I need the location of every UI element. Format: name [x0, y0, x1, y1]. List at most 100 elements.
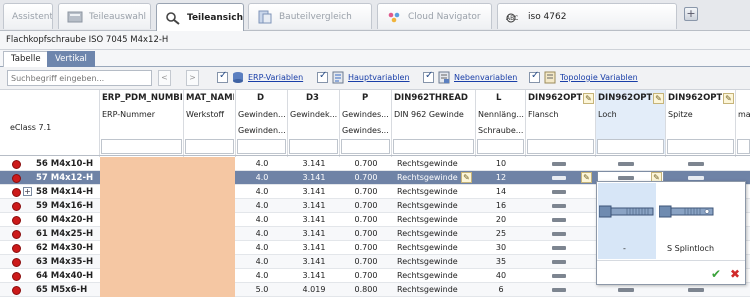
erp-cell[interactable] [100, 171, 235, 185]
option-none-label[interactable]: - [623, 244, 626, 253]
secondary-variables-icon [438, 71, 450, 84]
tab-part-compare[interactable]: Bauteilvergleich [248, 3, 372, 29]
row-name: 62 M4x30-H [36, 243, 94, 253]
tab-parts-selection[interactable]: Teileauswahl [58, 3, 151, 29]
column-header-d3[interactable]: D3 [306, 90, 328, 107]
erp-cell[interactable] [100, 199, 235, 213]
table-row[interactable]: 56 M4x10-H 4.0 3.141 0.700 Rechtsgewinde 10 [0, 157, 750, 171]
cell-p: 0.700 [354, 187, 378, 196]
filter-input[interactable] [185, 139, 234, 154]
status-dot-icon [12, 216, 21, 225]
filter-input[interactable] [101, 139, 182, 154]
tab-table[interactable]: Tabelle [3, 51, 49, 67]
column-header-erp[interactable]: ERP_PDM_NUMBER [102, 90, 182, 107]
filter-input[interactable] [237, 139, 286, 154]
erp-variables-link[interactable]: ERP-Variablen [248, 73, 303, 82]
cell-thread: Rechtsgewinde [397, 173, 458, 182]
table-row[interactable]: 65 M5x6-H 5.0 4.019 0.800 Rechtsgewinde 6 [0, 283, 750, 297]
main-variables-checkbox[interactable] [317, 70, 328, 83]
column-desc-opt2: Loch [598, 110, 617, 119]
option-splint-hole-label[interactable]: S Splintloch [667, 244, 714, 253]
part-option-icon [552, 176, 566, 180]
part-option-icon [552, 260, 566, 264]
part-option-icon [688, 176, 704, 180]
row-name: 56 M4x10-H [36, 159, 94, 169]
filter-input[interactable] [341, 139, 390, 154]
tab-assistant[interactable]: Assistent [3, 3, 53, 29]
filter-input[interactable] [737, 139, 750, 154]
erp-cell[interactable] [100, 213, 235, 227]
erp-cell[interactable] [100, 255, 235, 269]
view-tab-bar: Tabelle Vertikal [0, 50, 750, 67]
cell-thread: Rechtsgewinde [397, 229, 458, 238]
topology-variables-link[interactable]: Topologie Variablen [560, 73, 638, 82]
filter-input[interactable] [667, 139, 734, 154]
column-header-l[interactable]: L [496, 90, 516, 107]
erp-cell[interactable] [100, 241, 235, 255]
column-desc-opt3: Spitze [668, 110, 693, 119]
tab-cloud-navigator[interactable]: Cloud Navigator [377, 3, 492, 29]
part-option-icon [552, 288, 566, 292]
check-icon[interactable]: ✔ [711, 268, 721, 280]
edit-icon[interactable]: ✎ [583, 93, 594, 104]
edit-icon[interactable]: ✎ [461, 172, 472, 183]
cell-d3: 3.141 [302, 173, 326, 182]
filter-input[interactable] [527, 139, 594, 154]
popup-divider [597, 260, 745, 261]
parts-selection-icon [67, 11, 83, 22]
tab-part-view[interactable]: Teileansicht [156, 3, 244, 31]
search-input[interactable] [7, 70, 152, 86]
column-header-opt1[interactable]: DIN962OPT1 [528, 90, 582, 107]
erp-cell[interactable] [100, 185, 235, 199]
column-header-thread[interactable]: DIN962THREAD [394, 90, 474, 107]
edit-icon[interactable]: ✎ [581, 172, 592, 183]
row-marker-icon: + [23, 187, 32, 196]
previous-button[interactable]: < [158, 70, 171, 86]
edit-icon[interactable]: ✎ [653, 93, 664, 104]
cell-d3: 3.141 [302, 271, 326, 280]
erp-variables-checkbox[interactable] [217, 70, 228, 83]
tab-part-view-label: Teileansicht [187, 12, 244, 23]
main-variables-link[interactable]: Hauptvariablen [348, 73, 410, 82]
erp-cell[interactable] [100, 269, 235, 283]
cell-d: 4.0 [255, 173, 269, 182]
tab-cloud-navigator-label: Cloud Navigator [408, 11, 481, 22]
column-header-opt2[interactable]: DIN962OPT2 [598, 90, 652, 107]
tab-search-result[interactable]: ABC iso 4762 [497, 3, 677, 29]
erp-cell[interactable] [100, 227, 235, 241]
filter-input[interactable] [597, 139, 664, 154]
secondary-variables-link[interactable]: Nebenvariablen [454, 73, 517, 82]
erp-cell[interactable] [100, 157, 235, 171]
status-dot-icon [12, 202, 21, 211]
column-header-p[interactable]: P [362, 90, 382, 107]
next-button[interactable]: > [186, 70, 199, 86]
row-name: 65 M5x6-H [36, 285, 88, 295]
part-option-icon [688, 162, 704, 166]
add-tab-button[interactable]: + [684, 7, 698, 21]
status-dot-icon [12, 272, 21, 281]
tab-vertical[interactable]: Vertikal [47, 51, 95, 67]
bolt-image-splint-icon [659, 205, 714, 218]
column-header-opt3[interactable]: DIN962OPT3 [668, 90, 722, 107]
cloud-navigator-icon [388, 12, 400, 22]
cell-l: 30 [495, 243, 507, 252]
cell-d3: 4.019 [302, 285, 326, 294]
status-dot-icon [12, 258, 21, 267]
edit-icon[interactable]: ✎ [723, 93, 734, 104]
erp-cell[interactable] [100, 283, 235, 297]
row-name: 59 M4x16-H [36, 201, 94, 211]
cell-d3: 3.141 [302, 159, 326, 168]
close-icon[interactable]: ✖ [730, 268, 740, 280]
status-dot-icon [12, 188, 21, 197]
column-desc-mat: Werkstoff [186, 110, 224, 119]
topology-variables-checkbox[interactable] [529, 70, 540, 83]
column-header-d[interactable]: D [257, 90, 277, 107]
filter-input[interactable] [393, 139, 474, 154]
status-dot-icon [12, 230, 21, 239]
row-name: 60 M4x20-H [36, 215, 94, 225]
filter-input[interactable] [289, 139, 338, 154]
row-name: 57 M4x12-H [36, 173, 94, 183]
secondary-variables-checkbox[interactable] [423, 70, 434, 83]
column-header-mat[interactable]: MAT_NAME [186, 90, 234, 107]
filter-input[interactable] [477, 139, 524, 154]
